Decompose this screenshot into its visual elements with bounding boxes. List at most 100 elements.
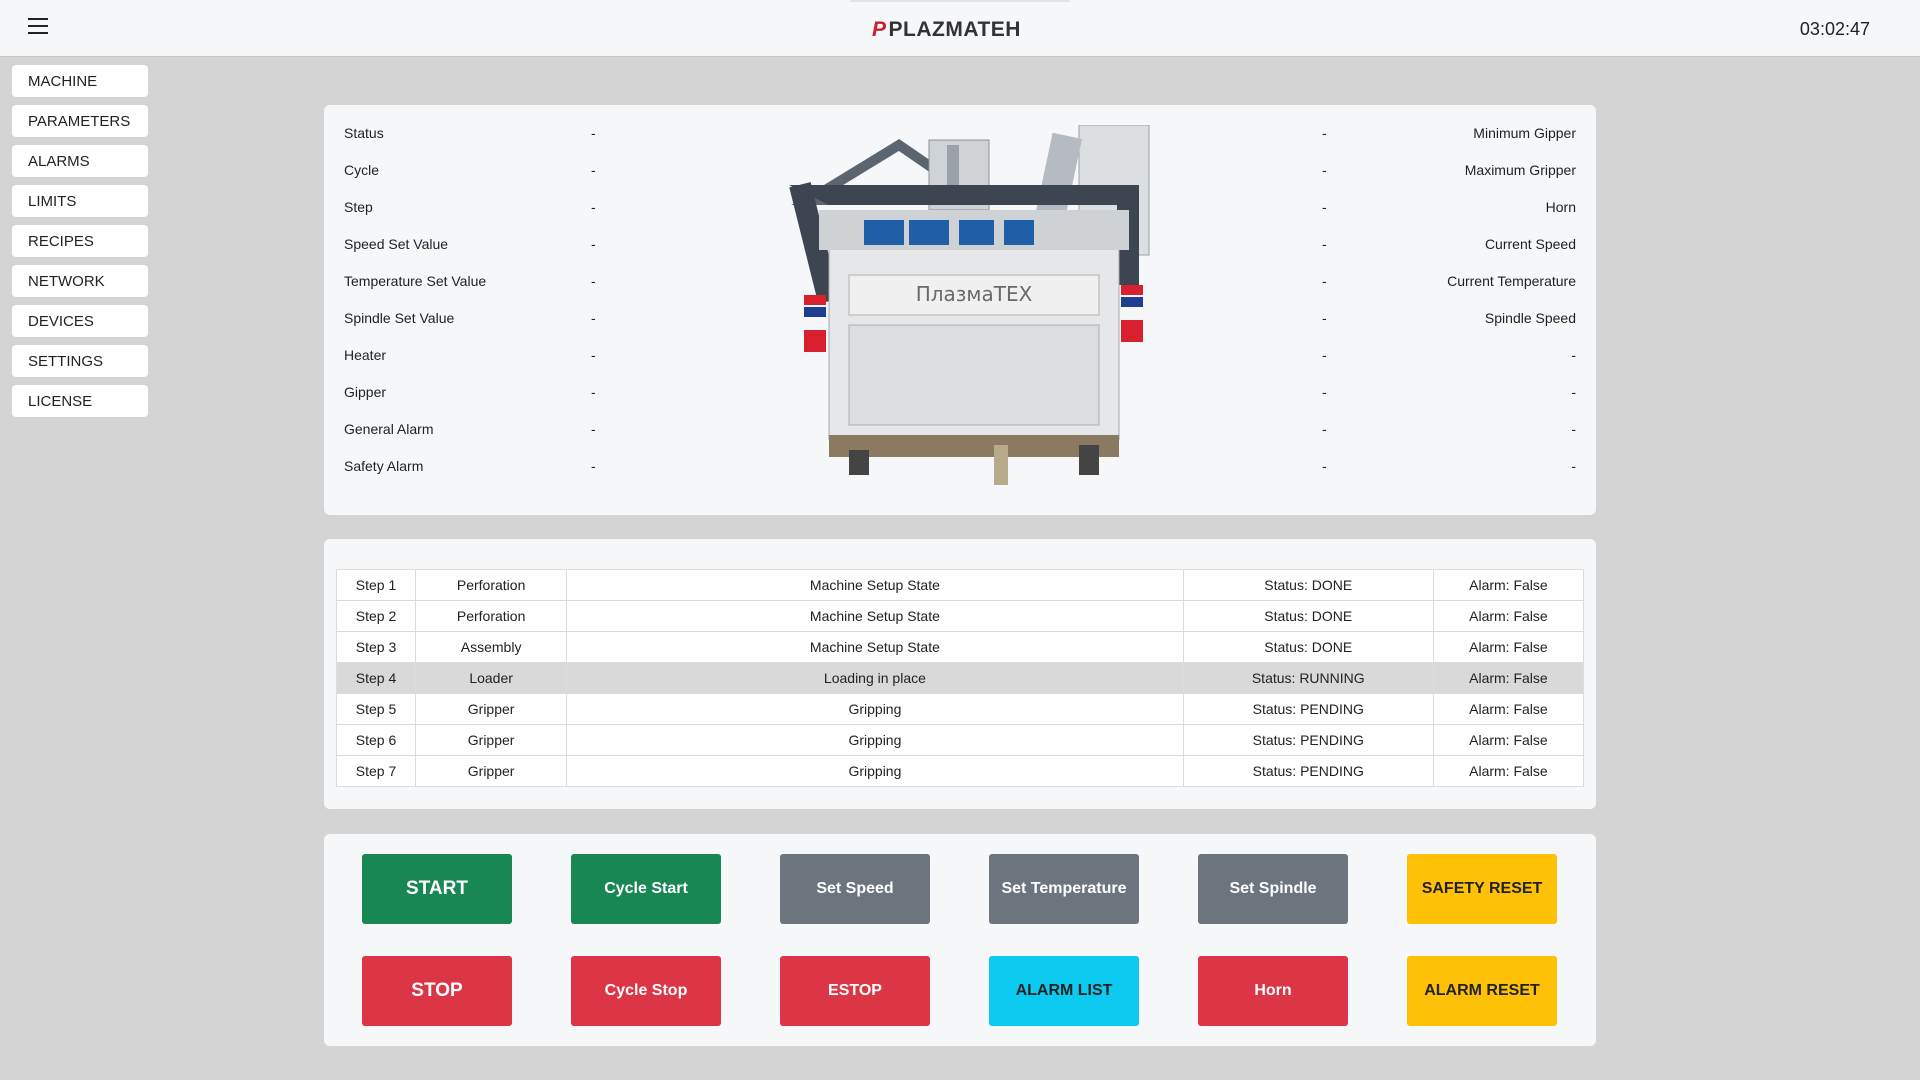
status-value-speed-set-value: -: [591, 236, 596, 252]
status-label-right-5: Current Temperature: [1447, 273, 1576, 289]
table-row: Step 7 Gripper Gripping Status: PENDING Alar…: [335, 755, 1585, 787]
start-button[interactable]: START: [362, 854, 512, 924]
status-label-right-1: Minimum Gipper: [1473, 125, 1576, 141]
status-label-temperature-set-value: Temperature Set Value: [344, 273, 487, 289]
clock: 03:02:47: [1799, 19, 1870, 39]
cycle-stop-button[interactable]: Cycle Stop: [571, 956, 721, 1026]
alarm-reset-button[interactable]: ALARM RESET: [1407, 956, 1557, 1026]
hamburger-menu-icon[interactable]: [28, 18, 48, 34]
step-cell-alarm: Alarm: False: [1432, 662, 1585, 694]
status-value-right-2: -: [1322, 162, 1327, 178]
step-cell-status: Status: DONE: [1182, 631, 1434, 663]
sidebar-item-network[interactable]: NETWORK: [12, 265, 148, 297]
status-value-right-7: -: [1322, 347, 1327, 363]
sidebar-item-alarms[interactable]: ALARMS: [12, 145, 148, 177]
step-cell-alarm: Alarm: False: [1432, 600, 1585, 632]
step-cell-unit: Loader: [415, 662, 568, 694]
estop-button[interactable]: ESTOP: [780, 956, 930, 1026]
step-cell-status: Status: PENDING: [1182, 724, 1434, 756]
status-label-gipper: Gipper: [344, 384, 387, 400]
step-cell-state: Machine Setup State: [566, 631, 1184, 663]
step-cell-state: Gripping: [566, 693, 1184, 725]
header-accent-line: [850, 0, 1070, 2]
table-row: Step 6 Gripper Gripping Status: PENDING Alar…: [335, 724, 1585, 756]
status-value-cycle: -: [591, 162, 596, 178]
sidebar: MACHINE PARAMETERS ALARMS LIMITS RECIPES…: [12, 65, 148, 425]
brand-text: PLAZMATEH: [888, 18, 1021, 41]
status-value-right-9: -: [1322, 421, 1327, 437]
status-value-safety-alarm: -: [591, 458, 596, 474]
status-label-right-2: Maximum Gripper: [1464, 162, 1576, 178]
set-temperature-button[interactable]: Set Temperature: [989, 854, 1139, 924]
status-value-right-10: -: [1322, 458, 1327, 474]
steps-table: Step 1 Perforation Machine Setup State Stat…: [335, 569, 1585, 787]
table-row: Step 3 Assembly Machine Setup State Status:…: [335, 631, 1585, 663]
step-cell-unit: Perforation: [415, 569, 568, 601]
status-label-safety-alarm: Safety Alarm: [344, 458, 424, 474]
step-cell-step: Step 3: [335, 631, 417, 663]
sidebar-item-parameters[interactable]: PARAMETERS: [12, 105, 148, 137]
table-row: Step 2 Perforation Machine Setup State Stat…: [335, 600, 1585, 632]
control-buttons-panel: START Cycle Start Set Speed Set Temperature…: [324, 834, 1596, 1046]
machine-logo-text: ПлазмаТЕХ: [916, 282, 1033, 306]
machine-status-panel: Status - Cycle - Step - Speed Set Value - Temper…: [324, 105, 1596, 515]
sidebar-item-settings[interactable]: SETTINGS: [12, 345, 148, 377]
status-label-right-8: -: [1571, 384, 1576, 400]
status-label-right-6: Spindle Speed: [1484, 310, 1576, 326]
status-value-gipper: -: [591, 384, 596, 400]
step-cell-unit: Assembly: [415, 631, 568, 663]
cycle-start-button[interactable]: Cycle Start: [571, 854, 721, 924]
status-label-right-7: -: [1571, 347, 1576, 363]
status-label-general-alarm: General Alarm: [344, 421, 434, 437]
step-cell-step: Step 5: [335, 693, 417, 725]
step-cell-step: Step 1: [335, 569, 417, 601]
status-value-status: -: [591, 125, 596, 141]
step-cell-step: Step 4: [335, 662, 417, 694]
step-cell-status: Status: PENDING: [1182, 693, 1434, 725]
status-label-right-4: Current Speed: [1484, 236, 1576, 252]
set-speed-button[interactable]: Set Speed: [780, 854, 930, 924]
sidebar-item-license[interactable]: LICENSE: [12, 385, 148, 417]
status-label-right-10: -: [1571, 458, 1576, 474]
set-spindle-button[interactable]: Set Spindle: [1198, 854, 1348, 924]
step-cell-state: Machine Setup State: [566, 569, 1184, 601]
machine-image: ПлазмаТЕХ: [789, 125, 1150, 485]
status-value-heater: -: [591, 347, 596, 363]
step-cell-unit: Perforation: [415, 600, 568, 632]
status-value-right-6: -: [1322, 310, 1327, 326]
step-cell-status: Status: DONE: [1182, 569, 1434, 601]
status-value-right-5: -: [1322, 273, 1327, 289]
step-cell-state: Machine Setup State: [566, 600, 1184, 632]
brand-mark: P: [872, 18, 887, 41]
status-label-cycle: Cycle: [344, 162, 380, 178]
status-label-right-9: -: [1571, 421, 1576, 437]
safety-reset-button[interactable]: SAFETY RESET: [1407, 854, 1557, 924]
step-cell-alarm: Alarm: False: [1432, 569, 1585, 601]
top-bar: P PLAZMATEH 03:02:47: [0, 0, 1920, 57]
step-cell-step: Step 7: [335, 755, 417, 787]
step-cell-step: Step 6: [335, 724, 417, 756]
alarm-list-button[interactable]: ALARM LIST: [989, 956, 1139, 1026]
step-cell-alarm: Alarm: False: [1432, 631, 1585, 663]
sidebar-item-machine[interactable]: MACHINE: [12, 65, 148, 97]
status-value-step: -: [591, 199, 596, 215]
stop-button[interactable]: STOP: [362, 956, 512, 1026]
status-value-spindle-set-value: -: [591, 310, 596, 326]
status-value-right-8: -: [1322, 384, 1327, 400]
step-cell-unit: Gripper: [415, 693, 568, 725]
step-cell-status: Status: PENDING: [1182, 755, 1434, 787]
status-label-status: Status: [344, 125, 384, 141]
sidebar-item-recipes[interactable]: RECIPES: [12, 225, 148, 257]
status-value-temperature-set-value: -: [591, 273, 596, 289]
step-cell-alarm: Alarm: False: [1432, 693, 1585, 725]
step-cell-step: Step 2: [335, 600, 417, 632]
sidebar-item-devices[interactable]: DEVICES: [12, 305, 148, 337]
status-value-right-1: -: [1322, 125, 1327, 141]
status-value-right-3: -: [1322, 199, 1327, 215]
horn-button[interactable]: Horn: [1198, 956, 1348, 1026]
sidebar-item-limits[interactable]: LIMITS: [12, 185, 148, 217]
step-cell-status: Status: RUNNING: [1182, 662, 1434, 694]
status-label-step: Step: [344, 199, 373, 215]
table-row: Step 4 Loader Loading in place Status: RUNN…: [335, 662, 1585, 694]
status-value-general-alarm: -: [591, 421, 596, 437]
